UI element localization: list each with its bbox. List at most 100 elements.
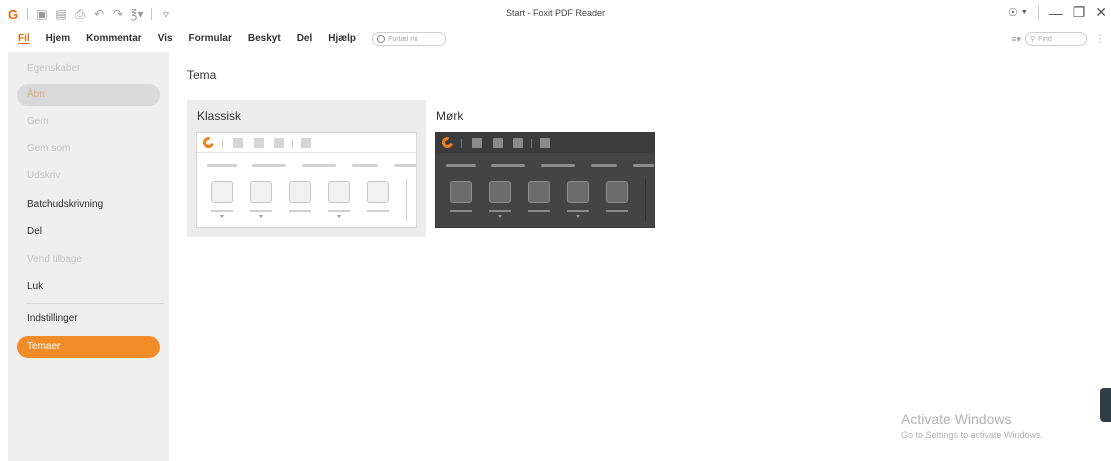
- preview-button: [328, 181, 350, 203]
- menu-item-del[interactable]: Del: [289, 32, 321, 46]
- menu-bar: Fil Hjem Kommentar Vis Formular Beskyt D…: [0, 28, 1111, 50]
- preview-tab: [491, 164, 525, 167]
- chevron-down-icon: ▼: [1020, 9, 1028, 16]
- preview-toolbar: [197, 133, 416, 153]
- find-input[interactable]: ⚲ Find: [1025, 32, 1087, 46]
- preview-separator: [461, 139, 462, 148]
- theme-preview-classic: [196, 132, 417, 228]
- preview-tool-icon: [493, 138, 503, 148]
- preview-tab: [302, 164, 336, 167]
- close-icon[interactable]: ✕: [1095, 4, 1107, 21]
- preview-label: [567, 210, 589, 212]
- title-bar: G ▣ ▤ ⎙ ↶ ↷ ℥▾ ▿ Start - Foxit PDF Reade…: [0, 0, 1111, 28]
- themes-panel: Tema Klassisk Mørk: [169, 52, 1111, 461]
- preview-separator: [531, 139, 532, 148]
- sidebar-item-gem-som[interactable]: Gem som: [17, 138, 160, 160]
- tell-me-input[interactable]: Fortæl mi: [372, 32, 447, 46]
- preview-tab: [207, 164, 237, 167]
- theme-card-dark[interactable]: Mørk: [432, 100, 662, 237]
- menu-item-formular[interactable]: Formular: [181, 32, 240, 46]
- sidebar-item-vend-tilbage[interactable]: Vend tilbage: [17, 249, 160, 271]
- sidebar-item-udskriv[interactable]: Udskriv: [17, 165, 160, 187]
- menu-item-hjem[interactable]: Hjem: [38, 32, 78, 46]
- preview-button: [528, 181, 550, 203]
- preview-dropdown-icon: [498, 215, 502, 218]
- preview-label: [606, 210, 628, 212]
- preview-tool-icon: [472, 138, 482, 148]
- preview-tab: [633, 164, 654, 167]
- preview-dropdown-icon: [259, 215, 263, 218]
- menu: Fil Hjem Kommentar Vis Formular Beskyt D…: [14, 32, 447, 46]
- menu-item-hjaelp[interactable]: Hjælp: [320, 32, 364, 46]
- preview-tab: [591, 164, 617, 167]
- preview-tool-icon: [540, 138, 550, 148]
- account-button[interactable]: ☉ ▼: [1008, 6, 1028, 19]
- preview-separator: [292, 139, 293, 148]
- preview-button: [250, 181, 272, 203]
- preview-logo-icon: [200, 134, 217, 151]
- preview-tab: [394, 164, 416, 167]
- sidebar-item-temaer[interactable]: Temaer: [17, 336, 160, 358]
- more-options-icon[interactable]: ⋮: [1095, 34, 1105, 45]
- menu-item-vis[interactable]: Vis: [150, 32, 181, 46]
- sidebar-item-indstillinger[interactable]: Indstillinger: [17, 308, 160, 330]
- preview-separator: [222, 139, 223, 148]
- preview-tab: [352, 164, 378, 167]
- theme-preview-dark: [435, 132, 655, 228]
- preview-toolbar: [436, 133, 654, 153]
- preview-button: [367, 181, 389, 203]
- file-sidebar: Egenskaber Åbn Gem Gem som Udskriv Batch…: [8, 52, 169, 461]
- account-icon: ☉: [1007, 7, 1018, 19]
- window-title: Start - Foxit PDF Reader: [505, 8, 606, 18]
- find-options-icon[interactable]: ≡▾: [1011, 34, 1021, 45]
- preview-label: [328, 210, 350, 212]
- sidebar-item-luk[interactable]: Luk: [17, 276, 160, 298]
- search-icon: ⚲: [1030, 36, 1036, 43]
- sidebar-item-del[interactable]: Del: [17, 221, 160, 243]
- theme-label: Mørk: [436, 109, 464, 123]
- watermark-title: Activate Windows: [901, 411, 1012, 427]
- controls-separator: [1037, 5, 1039, 20]
- edge-panel-handle[interactable]: [1100, 388, 1111, 422]
- preview-label: [528, 210, 550, 212]
- find-placeholder: Find: [1038, 35, 1052, 43]
- preview-button: [567, 181, 589, 203]
- preview-divider: [645, 179, 646, 221]
- preview-button: [289, 181, 311, 203]
- preview-label: [250, 210, 272, 212]
- preview-dropdown-icon: [576, 215, 580, 218]
- preview-button: [450, 181, 472, 203]
- preview-label: [211, 210, 233, 212]
- menu-item-kommentar[interactable]: Kommentar: [78, 32, 150, 46]
- preview-dropdown-icon: [337, 215, 341, 218]
- preview-button: [606, 181, 628, 203]
- preview-divider: [406, 179, 407, 221]
- menu-item-fil[interactable]: Fil: [14, 32, 38, 46]
- sidebar-item-aabn[interactable]: Åbn: [17, 84, 160, 106]
- sidebar-item-batchudskrivning[interactable]: Batchudskrivning: [17, 194, 160, 216]
- restore-icon[interactable]: ❐: [1073, 4, 1086, 21]
- preview-dropdown-icon: [220, 215, 224, 218]
- preview-tool-icon: [233, 138, 243, 148]
- preview-tool-icon: [254, 138, 264, 148]
- find-area: ≡▾ ⚲ Find ⋮: [1011, 32, 1105, 46]
- sidebar-item-egenskaber[interactable]: Egenskaber: [17, 58, 160, 80]
- preview-button: [489, 181, 511, 203]
- theme-card-classic[interactable]: Klassisk: [187, 100, 426, 237]
- preview-tool-icon: [301, 138, 311, 148]
- minimize-icon[interactable]: —: [1049, 5, 1063, 21]
- section-title: Tema: [187, 68, 217, 82]
- preview-label: [450, 210, 472, 212]
- menu-item-beskyt[interactable]: Beskyt: [240, 32, 289, 46]
- preview-label: [367, 210, 389, 212]
- preview-tool-icon: [513, 138, 523, 148]
- preview-tab: [541, 164, 575, 167]
- preview-label: [489, 210, 511, 212]
- activation-watermark: Activate Windows Go to Settings to activ…: [901, 411, 1043, 440]
- sidebar-item-gem[interactable]: Gem: [17, 111, 160, 133]
- lightbulb-icon: [377, 35, 386, 43]
- sidebar-separator: [26, 303, 164, 304]
- preview-label: [289, 210, 311, 212]
- theme-label: Klassisk: [197, 109, 242, 123]
- preview-logo-icon: [439, 134, 456, 151]
